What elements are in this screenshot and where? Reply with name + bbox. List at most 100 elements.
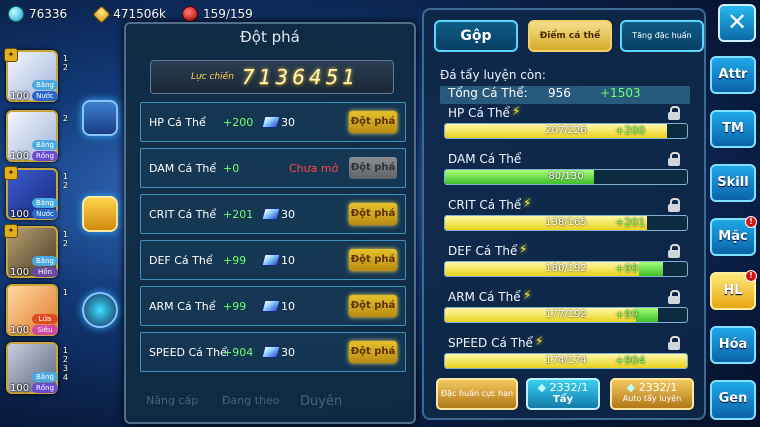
bolt-icon: ⚡: [519, 242, 528, 256]
lock-icon[interactable]: [668, 290, 680, 304]
tab-merge[interactable]: Gộp: [434, 20, 518, 52]
alert-badge: !: [745, 270, 757, 282]
stat-bar-label: ARM Cá Thể: [448, 290, 521, 304]
lock-icon[interactable]: [668, 198, 680, 212]
bag-icon[interactable]: [82, 100, 118, 136]
pet-level: 100: [10, 151, 30, 162]
slot-numbers: 12: [62, 230, 68, 248]
element-tag: Băng: [32, 80, 58, 90]
tab-special-training[interactable]: Tăng đặc huấn: [620, 20, 704, 52]
breakthrough-button[interactable]: Đột phá: [349, 249, 397, 271]
nav-label: Mặc: [718, 229, 748, 244]
orb-icon[interactable]: [82, 292, 118, 328]
gem-value: 76336: [29, 7, 68, 21]
stat-bar-bonus-text: +200: [615, 124, 646, 137]
lock-icon[interactable]: [668, 244, 680, 258]
pet-slot-2[interactable]: Băng Rồng 100 2: [6, 110, 68, 162]
pet-slot-1[interactable]: ✦ Băng Nước 100 12: [4, 48, 68, 102]
nav-gen[interactable]: Gen: [710, 380, 756, 420]
breakthrough-button[interactable]: Đột phá: [349, 341, 397, 363]
gold-icon: [92, 4, 111, 24]
auto-wash-button[interactable]: ◆ 2332/1 Auto tẩy luyện: [610, 378, 694, 410]
gem-icon: [8, 6, 24, 22]
close-button[interactable]: ✕: [718, 4, 756, 42]
stat-bonus: +200: [223, 115, 254, 129]
apple-icon: [181, 6, 198, 22]
element-tag: Nước: [32, 209, 58, 219]
total-stat: Tổng Cá Thể: 956 +1503: [440, 86, 690, 104]
nav-transform[interactable]: Hóa: [710, 326, 756, 364]
lock-icon[interactable]: [668, 106, 680, 120]
crystal-icon: [261, 208, 281, 220]
breakthrough-row-speed: SPEED Cá Thể +904 30 Đột phá: [140, 332, 406, 372]
stat-bonus: +904: [223, 345, 254, 359]
wash-label: Tẩy: [552, 394, 574, 405]
lock-icon[interactable]: [82, 196, 118, 232]
stat-bar: 177/192 +99: [444, 307, 688, 323]
cost: 10: [261, 300, 295, 313]
slot-numbers: 1234: [62, 346, 68, 382]
faded-label: Duyên: [300, 394, 343, 409]
stat-bar-label: SPEED Cá Thể: [448, 336, 533, 350]
stat-name: CRIT Cá Thể: [149, 207, 217, 221]
nav-tm[interactable]: TM: [710, 110, 756, 148]
breakthrough-button[interactable]: Đột phá: [349, 203, 397, 225]
pet-level: 100: [10, 383, 30, 394]
breakthrough-button[interactable]: Đột phá: [349, 111, 397, 133]
crystal-icon: [261, 300, 281, 312]
stat-bar-bonus-text: +904: [615, 354, 646, 367]
element-tag: Nước: [32, 91, 58, 101]
wash-button[interactable]: ◆ 2332/1 Tẩy: [526, 378, 600, 410]
stat-bar-value: 177/192: [545, 309, 587, 320]
stat-name: SPEED Cá Thể: [149, 345, 227, 359]
stat-bar-label: CRIT Cá Thể: [448, 198, 522, 212]
total-value: 956: [548, 86, 571, 100]
tab-stat-points[interactable]: Điểm cá thể: [528, 20, 612, 52]
auto-count: 2332/1: [638, 381, 678, 394]
star-icon: ✦: [4, 224, 18, 238]
special-training-button[interactable]: Đặc huấn cực hạn: [436, 378, 518, 410]
pet-slot-3[interactable]: ✦ Băng Nước 100 12: [4, 166, 68, 220]
stat-bar: 174/174 +904: [444, 353, 688, 369]
nav-equip[interactable]: Mặc!: [710, 216, 757, 256]
nav-skill[interactable]: Skill: [710, 164, 756, 202]
stone-icon: ◆: [626, 381, 636, 394]
nav-label: HL: [723, 283, 743, 298]
lock-icon[interactable]: [668, 152, 680, 166]
alert-badge: !: [745, 216, 757, 228]
bolt-icon: ⚡: [512, 104, 521, 118]
stat-bar-bonus-text: +201: [615, 216, 646, 229]
close-icon: ✕: [726, 8, 748, 36]
panel-title: Đột phá: [240, 28, 300, 46]
stat-bar: 180/192 +99: [444, 261, 688, 277]
lock-icon[interactable]: [668, 336, 680, 350]
nav-attr[interactable]: Attr: [710, 56, 756, 94]
breakthrough-button[interactable]: Đột phá: [349, 157, 397, 179]
gold-counter: 471506k: [92, 4, 166, 24]
power-value: 7136451: [241, 65, 359, 89]
locked-status: Chưa mở: [289, 161, 339, 175]
pet-slot-4[interactable]: ✦ Băng Hồn 100 12: [4, 224, 68, 278]
cost: 30: [261, 208, 295, 221]
bolt-icon: ⚡: [535, 334, 544, 348]
element-tag: Băng: [32, 256, 58, 266]
nav-hl[interactable]: HL!: [710, 270, 757, 310]
pet-level: 100: [10, 325, 30, 336]
element-tag: Lửa: [32, 314, 58, 324]
element-tag: Hồn: [32, 267, 58, 277]
star-icon: ✦: [4, 48, 18, 62]
breakthrough-row-crit: CRIT Cá Thể +201 30 Đột phá: [140, 194, 406, 234]
crystal-icon: [261, 346, 281, 358]
pet-slot-6[interactable]: Băng Rồng 100 1234: [6, 342, 68, 394]
stat-bar-label: HP Cá Thể: [448, 106, 510, 120]
stat-bonus: +99: [223, 253, 247, 267]
crystal-icon: [261, 254, 281, 266]
breakthrough-panel: Đột phá Lực chiến 7136451 HP Cá Thể +200…: [124, 22, 416, 424]
stat-bar-value: 207/226: [545, 125, 587, 136]
pet-slot-5[interactable]: Lửa Siêu 100 1: [6, 284, 68, 336]
breakthrough-button[interactable]: Đột phá: [349, 295, 397, 317]
gem-counter: 76336: [8, 6, 67, 22]
breakthrough-row-def: DEF Cá Thể +99 10 Đột phá: [140, 240, 406, 280]
stat-bar-value: 138/165: [545, 217, 587, 228]
total-add: +1503: [600, 86, 641, 100]
